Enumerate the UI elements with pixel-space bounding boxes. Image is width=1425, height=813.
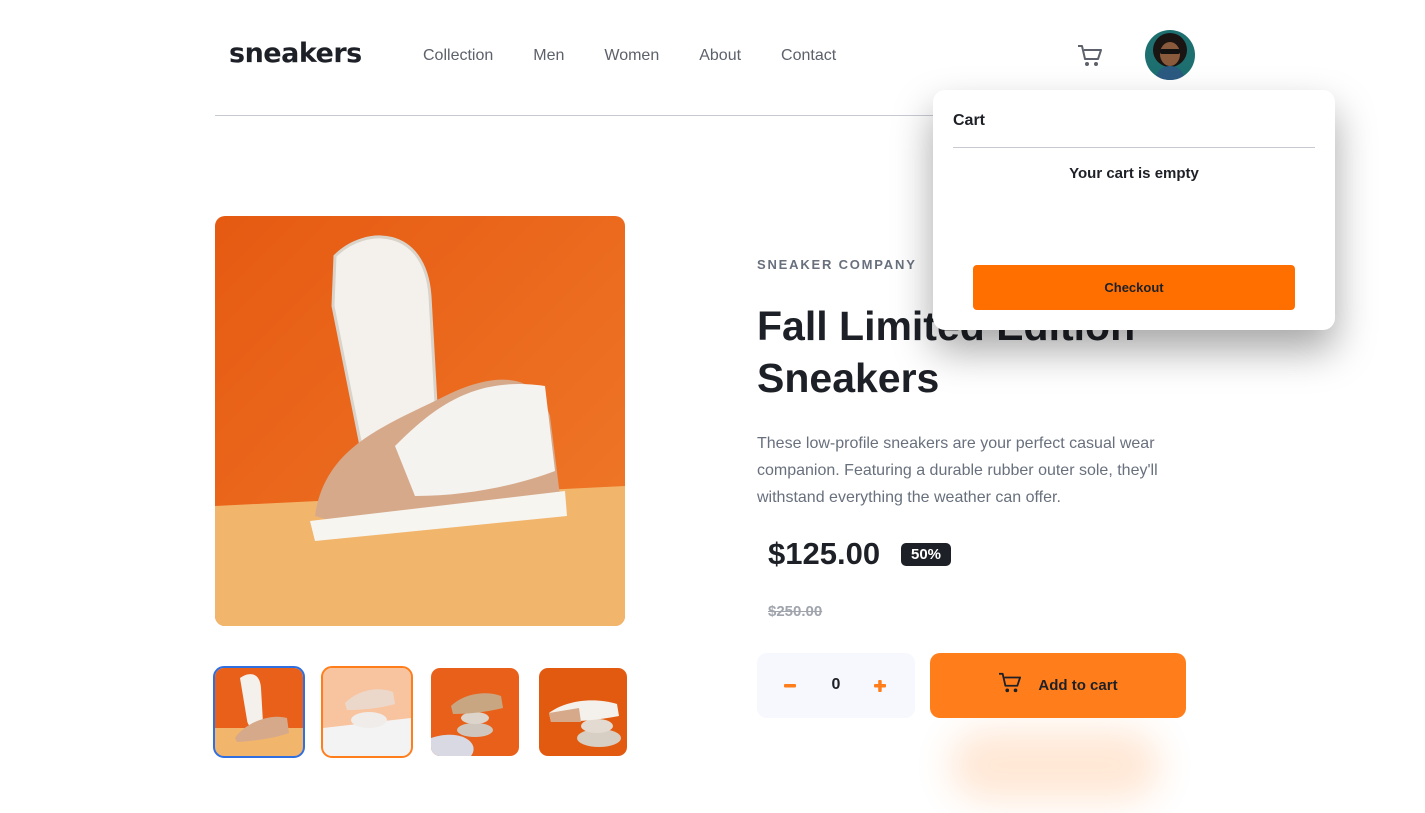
nav-men[interactable]: Men xyxy=(533,47,564,65)
company-label: SNEAKER COMPANY xyxy=(757,257,917,272)
button-glow xyxy=(950,730,1160,800)
cart-icon[interactable] xyxy=(1077,44,1103,68)
add-to-cart-button[interactable]: Add to cart xyxy=(930,653,1186,718)
plus-icon[interactable] xyxy=(867,673,893,699)
cart-popover: Cart Your cart is empty Checkout xyxy=(933,90,1335,330)
quantity-value[interactable]: 0 xyxy=(817,676,855,694)
avatar[interactable] xyxy=(1145,30,1195,80)
nav-about[interactable]: About xyxy=(699,47,741,65)
logo[interactable]: sneakers xyxy=(229,38,362,69)
checkout-button[interactable]: Checkout xyxy=(973,265,1295,310)
main-nav: Collection Men Women About Contact xyxy=(423,47,836,65)
discount-badge: 50% xyxy=(901,543,952,566)
main-product-image[interactable] xyxy=(215,216,625,626)
add-to-cart-label: Add to cart xyxy=(1038,677,1118,694)
nav-women[interactable]: Women xyxy=(604,47,659,65)
cart-empty-message: Your cart is empty xyxy=(1069,165,1199,182)
product-description: These low-profile sneakers are your perf… xyxy=(757,435,1158,506)
thumbnail-4[interactable] xyxy=(539,668,627,756)
thumbnail-overlay xyxy=(323,668,411,756)
cart-title: Cart xyxy=(953,112,986,129)
current-price: $125.00 xyxy=(768,536,881,571)
cart-icon xyxy=(998,672,1022,699)
nav-collection[interactable]: Collection xyxy=(423,47,493,65)
original-price: $250.00 xyxy=(768,603,823,620)
nav-contact[interactable]: Contact xyxy=(781,47,836,65)
thumbnail-3[interactable] xyxy=(431,668,519,756)
quantity-stepper: 0 xyxy=(757,653,915,718)
cart-divider xyxy=(953,147,1315,148)
thumbnail-2[interactable] xyxy=(321,666,413,758)
minus-icon[interactable] xyxy=(777,673,803,699)
thumbnail-1[interactable] xyxy=(213,666,305,758)
